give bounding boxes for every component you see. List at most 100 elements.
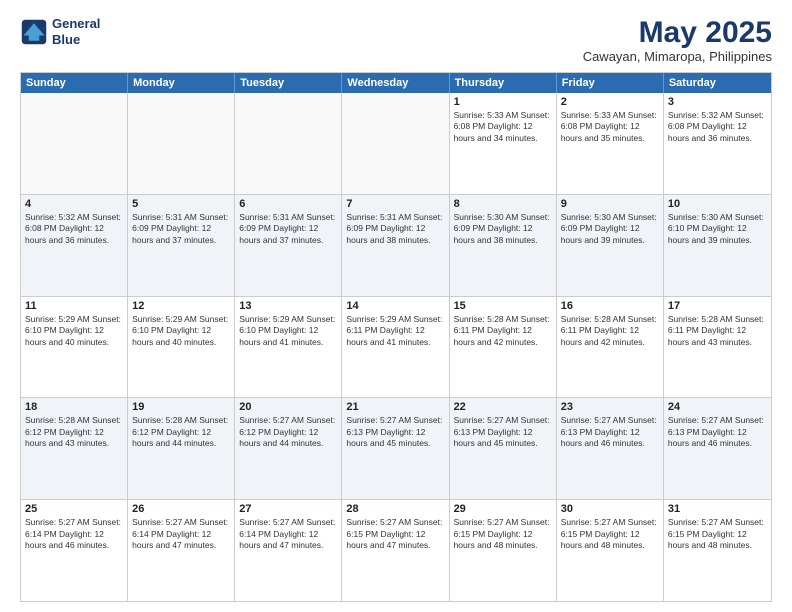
day-info: Sunrise: 5:32 AM Sunset: 6:08 PM Dayligh… [25, 212, 123, 246]
calendar: SundayMondayTuesdayWednesdayThursdayFrid… [20, 72, 772, 602]
day-cell-11: 11 Sunrise: 5:29 AM Sunset: 6:10 PM Dayli… [21, 297, 128, 398]
day-number: 4 [25, 198, 123, 210]
logo-text: General Blue [52, 16, 100, 47]
day-info: Sunrise: 5:30 AM Sunset: 6:10 PM Dayligh… [668, 212, 767, 246]
day-cell-23: 23 Sunrise: 5:27 AM Sunset: 6:13 PM Dayli… [557, 398, 664, 499]
day-cell-30: 30 Sunrise: 5:27 AM Sunset: 6:15 PM Dayli… [557, 500, 664, 601]
day-number: 28 [346, 503, 444, 515]
header: General Blue May 2025 Cawayan, Mimaropa,… [20, 16, 772, 64]
day-number: 1 [454, 96, 552, 108]
day-number: 29 [454, 503, 552, 515]
day-cell-13: 13 Sunrise: 5:29 AM Sunset: 6:10 PM Dayli… [235, 297, 342, 398]
day-info: Sunrise: 5:27 AM Sunset: 6:12 PM Dayligh… [239, 415, 337, 449]
day-number: 31 [668, 503, 767, 515]
day-number: 7 [346, 198, 444, 210]
day-cell-12: 12 Sunrise: 5:29 AM Sunset: 6:10 PM Dayli… [128, 297, 235, 398]
day-header-thursday: Thursday [450, 73, 557, 93]
day-cell-empty [128, 93, 235, 194]
day-info: Sunrise: 5:31 AM Sunset: 6:09 PM Dayligh… [239, 212, 337, 246]
day-number: 27 [239, 503, 337, 515]
day-number: 14 [346, 300, 444, 312]
day-info: Sunrise: 5:28 AM Sunset: 6:11 PM Dayligh… [454, 314, 552, 348]
day-info: Sunrise: 5:32 AM Sunset: 6:08 PM Dayligh… [668, 110, 767, 144]
day-info: Sunrise: 5:27 AM Sunset: 6:15 PM Dayligh… [668, 517, 767, 551]
day-number: 23 [561, 401, 659, 413]
day-info: Sunrise: 5:27 AM Sunset: 6:13 PM Dayligh… [454, 415, 552, 449]
day-number: 12 [132, 300, 230, 312]
day-cell-6: 6 Sunrise: 5:31 AM Sunset: 6:09 PM Daylig… [235, 195, 342, 296]
day-info: Sunrise: 5:27 AM Sunset: 6:13 PM Dayligh… [346, 415, 444, 449]
day-cell-29: 29Sunrise: 5:27 AM Sunset: 6:15 PM Dayli… [450, 500, 557, 601]
day-number: 15 [454, 300, 552, 312]
day-number: 22 [454, 401, 552, 413]
day-info: Sunrise: 5:29 AM Sunset: 6:10 PM Dayligh… [132, 314, 230, 348]
day-info: Sunrise: 5:27 AM Sunset: 6:15 PM Dayligh… [561, 517, 659, 551]
day-info: Sunrise: 5:28 AM Sunset: 6:12 PM Dayligh… [132, 415, 230, 449]
day-cell-17: 17Sunrise: 5:28 AM Sunset: 6:11 PM Dayli… [664, 297, 771, 398]
day-cell-4: 4 Sunrise: 5:32 AM Sunset: 6:08 PM Daylig… [21, 195, 128, 296]
day-number: 9 [561, 198, 659, 210]
day-cell-empty [342, 93, 449, 194]
month-title: May 2025 [583, 16, 772, 49]
day-cell-21: 21 Sunrise: 5:27 AM Sunset: 6:13 PM Dayli… [342, 398, 449, 499]
day-info: Sunrise: 5:28 AM Sunset: 6:11 PM Dayligh… [668, 314, 767, 348]
day-info: Sunrise: 5:28 AM Sunset: 6:12 PM Dayligh… [25, 415, 123, 449]
day-headers: SundayMondayTuesdayWednesdayThursdayFrid… [21, 73, 771, 93]
day-number: 18 [25, 401, 123, 413]
day-number: 24 [668, 401, 767, 413]
day-cell-28: 28 Sunrise: 5:27 AM Sunset: 6:15 PM Dayli… [342, 500, 449, 601]
day-cell-25: 25Sunrise: 5:27 AM Sunset: 6:14 PM Dayli… [21, 500, 128, 601]
logo-icon [20, 18, 48, 46]
day-number: 10 [668, 198, 767, 210]
day-header-wednesday: Wednesday [342, 73, 449, 93]
day-info: Sunrise: 5:28 AM Sunset: 6:11 PM Dayligh… [561, 314, 659, 348]
day-cell-26: 26 Sunrise: 5:27 AM Sunset: 6:14 PM Dayli… [128, 500, 235, 601]
day-number: 8 [454, 198, 552, 210]
title-block: May 2025 Cawayan, Mimaropa, Philippines [583, 16, 772, 64]
day-info: Sunrise: 5:29 AM Sunset: 6:11 PM Dayligh… [346, 314, 444, 348]
logo: General Blue [20, 16, 100, 47]
day-number: 19 [132, 401, 230, 413]
day-cell-24: 24Sunrise: 5:27 AM Sunset: 6:13 PM Dayli… [664, 398, 771, 499]
day-number: 11 [25, 300, 123, 312]
day-number: 30 [561, 503, 659, 515]
day-info: Sunrise: 5:27 AM Sunset: 6:14 PM Dayligh… [239, 517, 337, 551]
day-cell-2: 2 Sunrise: 5:33 AM Sunset: 6:08 PM Daylig… [557, 93, 664, 194]
week-row-2: 4 Sunrise: 5:32 AM Sunset: 6:08 PM Daylig… [21, 194, 771, 296]
day-cell-3: 3 Sunrise: 5:32 AM Sunset: 6:08 PM Daylig… [664, 93, 771, 194]
day-number: 6 [239, 198, 337, 210]
day-number: 26 [132, 503, 230, 515]
day-info: Sunrise: 5:27 AM Sunset: 6:13 PM Dayligh… [561, 415, 659, 449]
day-cell-empty [235, 93, 342, 194]
day-info: Sunrise: 5:27 AM Sunset: 6:15 PM Dayligh… [346, 517, 444, 551]
day-cell-19: 19 Sunrise: 5:28 AM Sunset: 6:12 PM Dayli… [128, 398, 235, 499]
day-cell-10: 10 Sunrise: 5:30 AM Sunset: 6:10 PM Dayli… [664, 195, 771, 296]
day-info: Sunrise: 5:29 AM Sunset: 6:10 PM Dayligh… [239, 314, 337, 348]
day-number: 16 [561, 300, 659, 312]
day-number: 5 [132, 198, 230, 210]
day-cell-18: 18 Sunrise: 5:28 AM Sunset: 6:12 PM Dayli… [21, 398, 128, 499]
day-cell-7: 7Sunrise: 5:31 AM Sunset: 6:09 PM Daylig… [342, 195, 449, 296]
day-info: Sunrise: 5:31 AM Sunset: 6:09 PM Dayligh… [132, 212, 230, 246]
day-number: 2 [561, 96, 659, 108]
day-header-saturday: Saturday [664, 73, 771, 93]
day-number: 21 [346, 401, 444, 413]
day-info: Sunrise: 5:33 AM Sunset: 6:08 PM Dayligh… [561, 110, 659, 144]
day-number: 25 [25, 503, 123, 515]
day-cell-27: 27 Sunrise: 5:27 AM Sunset: 6:14 PM Dayli… [235, 500, 342, 601]
day-cell-20: 20Sunrise: 5:27 AM Sunset: 6:12 PM Dayli… [235, 398, 342, 499]
page: General Blue May 2025 Cawayan, Mimaropa,… [0, 0, 792, 612]
day-cell-1: 1Sunrise: 5:33 AM Sunset: 6:08 PM Daylig… [450, 93, 557, 194]
day-number: 13 [239, 300, 337, 312]
week-row-4: 18 Sunrise: 5:28 AM Sunset: 6:12 PM Dayli… [21, 397, 771, 499]
day-info: Sunrise: 5:30 AM Sunset: 6:09 PM Dayligh… [561, 212, 659, 246]
day-header-monday: Monday [128, 73, 235, 93]
day-number: 3 [668, 96, 767, 108]
day-cell-22: 22 Sunrise: 5:27 AM Sunset: 6:13 PM Dayli… [450, 398, 557, 499]
day-info: Sunrise: 5:27 AM Sunset: 6:14 PM Dayligh… [132, 517, 230, 551]
day-cell-9: 9 Sunrise: 5:30 AM Sunset: 6:09 PM Daylig… [557, 195, 664, 296]
day-header-tuesday: Tuesday [235, 73, 342, 93]
weeks: 1 Sunrise: 5:33 AM Sunset: 6:08 PM Daylig… [21, 93, 771, 601]
day-info: Sunrise: 5:29 AM Sunset: 6:10 PM Dayligh… [25, 314, 123, 348]
day-header-friday: Friday [557, 73, 664, 93]
